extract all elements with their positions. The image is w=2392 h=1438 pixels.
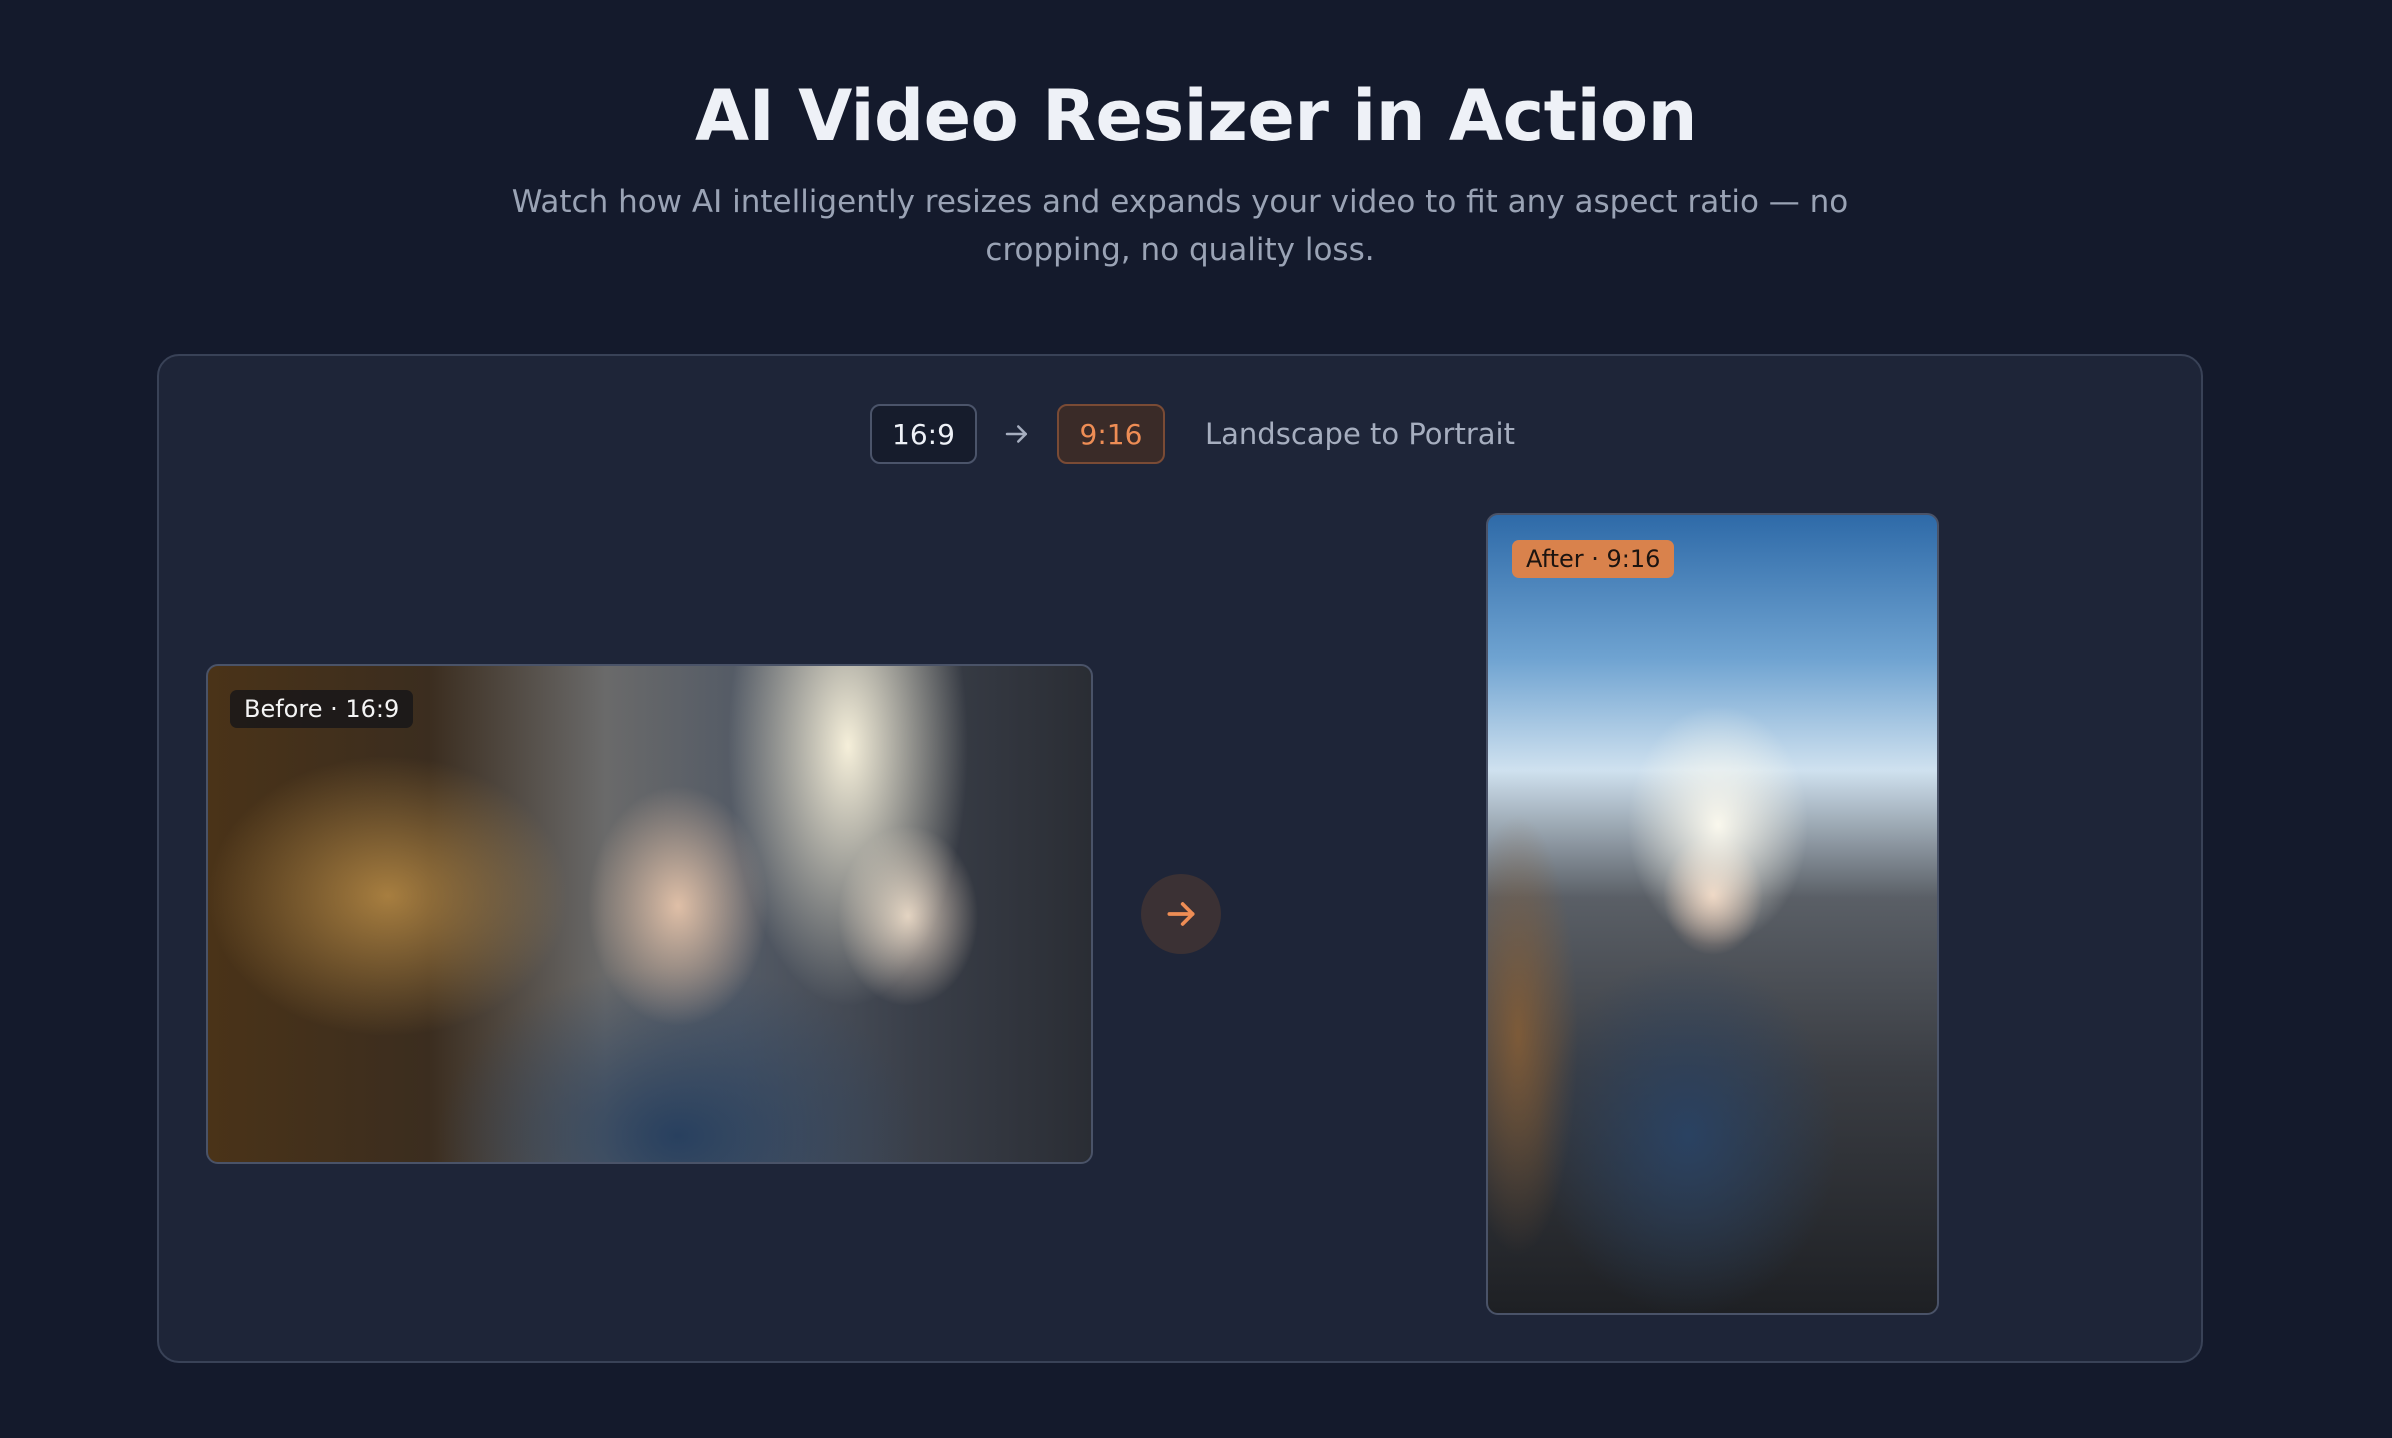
after-video-preview[interactable]: After · 9:16: [1486, 513, 1939, 1315]
page: AI Video Resizer in Action Watch how AI …: [0, 0, 2392, 1438]
before-badge: Before · 16:9: [230, 690, 414, 728]
page-title: AI Video Resizer in Action: [695, 75, 1697, 157]
after-badge: After · 9:16: [1512, 540, 1675, 578]
source-ratio-chip[interactable]: 16:9: [870, 404, 977, 464]
conversion-mode-label: Landscape to Portrait: [1205, 417, 1515, 451]
before-video-preview[interactable]: Before · 16:9: [206, 664, 1093, 1164]
ratio-selector: 16:9 9:16 Landscape to Portrait: [870, 404, 1515, 464]
page-subtitle: Watch how AI intelligently resizes and e…: [511, 184, 1849, 268]
target-ratio-chip[interactable]: 9:16: [1057, 404, 1165, 464]
arrow-right-icon: [977, 404, 1057, 464]
transition-arrow-icon: [1141, 874, 1221, 954]
